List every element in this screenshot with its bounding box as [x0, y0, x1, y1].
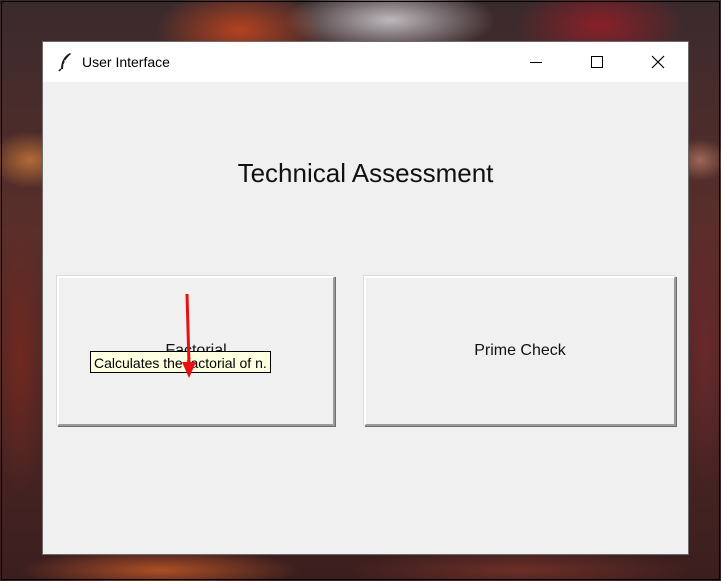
- close-icon: [651, 55, 665, 69]
- app-window: User Interface Technical Assessment Fact…: [42, 41, 689, 555]
- maximize-icon: [591, 56, 603, 68]
- page-title: Technical Assessment: [237, 158, 494, 188]
- annotation-arrow-icon: [182, 293, 196, 378]
- close-button[interactable]: [635, 42, 681, 82]
- prime-check-button-label: Prime Check: [474, 342, 566, 359]
- prime-check-button[interactable]: Prime Check: [364, 276, 676, 426]
- title-bar[interactable]: User Interface: [43, 42, 688, 82]
- minimize-button[interactable]: [513, 42, 559, 82]
- window-client-area: Technical Assessment Factorial Prime Che…: [43, 82, 688, 554]
- window-title: User Interface: [82, 54, 170, 70]
- maximize-button[interactable]: [574, 42, 620, 82]
- feather-icon: [57, 52, 75, 72]
- minimize-icon: [530, 62, 542, 63]
